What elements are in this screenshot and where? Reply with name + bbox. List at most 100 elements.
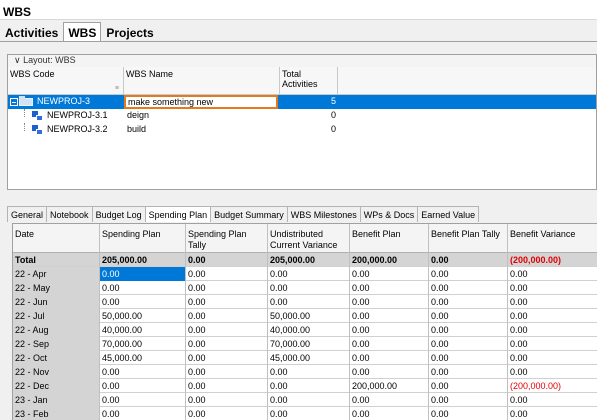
wbs-code: NEWPROJ-3.2 — [47, 124, 108, 134]
layout-bar[interactable]: ∨ Layout: WBS — [8, 55, 596, 67]
tab-general[interactable]: General — [7, 206, 48, 222]
date-cell: 23 - Jan — [13, 393, 100, 407]
spending-plan-cell[interactable]: 0.00 — [100, 267, 186, 281]
undistributed-cell: 0.00 — [268, 407, 350, 420]
wbs-name: deign — [127, 110, 150, 120]
undistributed-cell: 50,000.00 — [268, 309, 350, 323]
date-cell: 22 - Apr — [13, 267, 100, 281]
tab-spending-plan[interactable]: Spending Plan — [144, 206, 212, 222]
wbs-row[interactable]: NEWPROJ-3.2 build 0 — [8, 123, 596, 137]
spending-plan-cell[interactable]: 50,000.00 — [100, 309, 186, 323]
grid-body: Total 205,000.00 0.00 205,000.00 200,000.00 0… — [13, 253, 597, 420]
total-row[interactable]: Total 205,000.00 0.00 205,000.00 200,000.00 0… — [13, 253, 597, 267]
table-row[interactable]: 22 - Nov 0.00 0.00 0.00 0.00 0.00 0.00 — [13, 365, 597, 379]
benefit-plan-tally-cell: 0.00 — [429, 253, 508, 267]
wbs-node-icon — [32, 111, 43, 121]
tab-budget-log[interactable]: Budget Log — [91, 206, 146, 222]
benefit-plan-tally-cell: 0.00 — [429, 337, 508, 351]
undistributed-cell: 0.00 — [268, 267, 350, 281]
spending-plan-cell[interactable]: 0.00 — [100, 365, 186, 379]
benefit-variance-cell: 0.00 — [508, 267, 597, 281]
benefit-plan-cell[interactable]: 0.00 — [350, 281, 429, 295]
table-row[interactable]: 22 - May 0.00 0.00 0.00 0.00 0.00 0.00 — [13, 281, 597, 295]
tree-connector — [24, 109, 25, 117]
spending-plan-cell[interactable]: 70,000.00 — [100, 337, 186, 351]
benefit-plan-cell[interactable]: 0.00 — [350, 365, 429, 379]
benefit-plan-tally-cell: 0.00 — [429, 379, 508, 393]
benefit-variance-cell: (200,000.00) — [508, 253, 597, 267]
spending-plan-tally-cell: 0.00 — [186, 337, 268, 351]
filter-icon[interactable]: ≡ — [115, 85, 119, 92]
table-row[interactable]: 23 - Jan 0.00 0.00 0.00 0.00 0.00 0.00 — [13, 393, 597, 407]
col-undistributed[interactable]: Undistributed Current Variance — [268, 224, 350, 253]
benefit-plan-cell[interactable]: 200,000.00 — [350, 379, 429, 393]
undistributed-cell: 0.00 — [268, 379, 350, 393]
benefit-plan-cell[interactable]: 0.00 — [350, 309, 429, 323]
col-total-activities[interactable]: Total Activities — [280, 67, 338, 95]
table-row[interactable]: 22 - Apr 0.00 0.00 0.00 0.00 0.00 0.00 — [13, 267, 597, 281]
benefit-plan-cell[interactable]: 0.00 — [350, 323, 429, 337]
wbs-name-input[interactable]: make something new — [124, 95, 278, 109]
table-row[interactable]: 22 - Dec 0.00 0.00 0.00 200,000.00 0.00 (200,0… — [13, 379, 597, 393]
benefit-plan-cell[interactable]: 0.00 — [350, 337, 429, 351]
tab-projects[interactable]: Projects — [101, 22, 158, 42]
table-row[interactable]: 22 - Sep 70,000.00 0.00 70,000.00 0.00 0.00 0.… — [13, 337, 597, 351]
col-wbs-code[interactable]: WBS Code ≡ — [8, 67, 124, 95]
spending-plan-tally-cell: 0.00 — [186, 351, 268, 365]
wbs-name: build — [127, 124, 147, 134]
wbs-total: 0 — [330, 110, 336, 120]
tab-earned-value[interactable]: Earned Value — [417, 206, 480, 222]
spending-plan-cell[interactable]: 45,000.00 — [100, 351, 186, 365]
benefit-plan-tally-cell: 0.00 — [429, 351, 508, 365]
spending-plan-cell[interactable]: 0.00 — [100, 407, 186, 420]
benefit-plan-cell[interactable]: 0.00 — [350, 295, 429, 309]
benefit-plan-tally-cell: 0.00 — [429, 267, 508, 281]
benefit-plan-cell[interactable]: 0.00 — [350, 267, 429, 281]
spending-plan-cell[interactable]: 205,000.00 — [100, 253, 186, 267]
table-row[interactable]: 23 - Feb 0.00 0.00 0.00 0.00 0.00 0.00 — [13, 407, 597, 420]
spending-plan-cell[interactable]: 40,000.00 — [100, 323, 186, 337]
spending-plan-tally-cell: 0.00 — [186, 281, 268, 295]
benefit-plan-tally-cell: 0.00 — [429, 309, 508, 323]
spending-plan-tally-cell: 0.00 — [186, 309, 268, 323]
tree-connector — [24, 123, 25, 131]
col-benefit-plan[interactable]: Benefit Plan — [350, 224, 429, 253]
collapse-icon[interactable] — [10, 98, 18, 106]
col-spending-plan[interactable]: Spending Plan — [100, 224, 186, 253]
wbs-row[interactable]: NEWPROJ-3.1 deign 0 — [8, 109, 596, 123]
tab-notebook[interactable]: Notebook — [46, 206, 93, 222]
tab-activities[interactable]: Activities — [0, 22, 63, 42]
table-row[interactable]: 22 - Jul 50,000.00 0.00 50,000.00 0.00 0.00 0.… — [13, 309, 597, 323]
spending-plan-tally-cell: 0.00 — [186, 267, 268, 281]
col-benefit-plan-tally[interactable]: Benefit Plan Tally — [429, 224, 508, 253]
benefit-plan-cell[interactable]: 200,000.00 — [350, 253, 429, 267]
tab-wbs[interactable]: WBS — [63, 22, 102, 42]
chevron-down-icon[interactable]: ∨ — [14, 55, 21, 65]
col-benefit-variance[interactable]: Benefit Variance — [508, 224, 597, 253]
table-row[interactable]: 22 - Aug 40,000.00 0.00 40,000.00 0.00 0.00 0.… — [13, 323, 597, 337]
col-spending-plan-tally[interactable]: Spending Plan Tally — [186, 224, 268, 253]
undistributed-cell: 45,000.00 — [268, 351, 350, 365]
table-row[interactable]: 22 - Oct 45,000.00 0.00 45,000.00 0.00 0.00 0.… — [13, 351, 597, 365]
benefit-plan-tally-cell: 0.00 — [429, 295, 508, 309]
col-wbs-name[interactable]: WBS Name — [124, 67, 280, 95]
benefit-variance-cell: (200,000.00) — [508, 379, 597, 393]
spending-plan-cell[interactable]: 0.00 — [100, 393, 186, 407]
table-row[interactable]: 22 - Jun 0.00 0.00 0.00 0.00 0.00 0.00 — [13, 295, 597, 309]
spending-plan-cell[interactable]: 0.00 — [100, 295, 186, 309]
tab-budget-summary[interactable]: Budget Summary — [210, 206, 288, 222]
wbs-row[interactable]: NEWPROJ-3 make something new 5 — [8, 95, 596, 109]
benefit-plan-cell[interactable]: 0.00 — [350, 351, 429, 365]
col-date[interactable]: Date — [13, 224, 100, 253]
benefit-plan-cell[interactable]: 0.00 — [350, 393, 429, 407]
spending-plan-tally-cell: 0.00 — [186, 393, 268, 407]
tab-wbs-milestones[interactable]: WBS Milestones — [286, 206, 361, 222]
spending-plan-tally-cell: 0.00 — [186, 379, 268, 393]
spending-plan-tally-cell: 0.00 — [186, 295, 268, 309]
grid-header-row: Date Spending Plan Spending Plan Tally U… — [13, 224, 597, 253]
benefit-plan-cell[interactable]: 0.00 — [350, 407, 429, 420]
spending-plan-cell[interactable]: 0.00 — [100, 379, 186, 393]
tab-wps-docs[interactable]: WPs & Docs — [359, 206, 419, 222]
spending-plan-cell[interactable]: 0.00 — [100, 281, 186, 295]
benefit-plan-tally-cell: 0.00 — [429, 281, 508, 295]
